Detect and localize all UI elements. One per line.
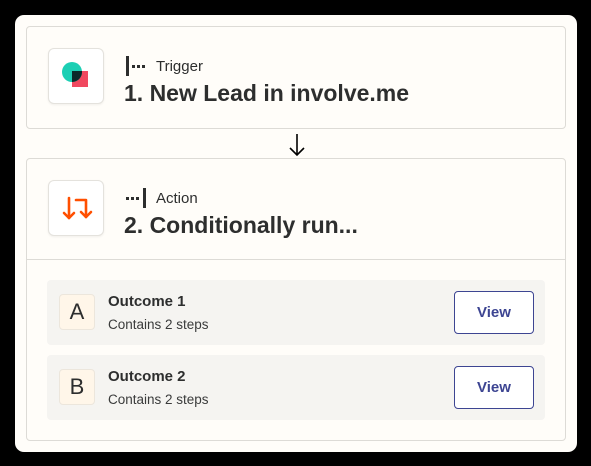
- view-outcome-2-button[interactable]: View: [454, 366, 534, 409]
- trigger-type-text: Trigger: [156, 57, 203, 75]
- outcome-letter-badge: B: [59, 369, 95, 405]
- involve-me-logo-icon: [48, 48, 104, 104]
- outcome-title: Outcome 2: [108, 368, 186, 385]
- trigger-type-label: Trigger: [124, 54, 203, 78]
- outcome-letter-badge: A: [59, 294, 95, 330]
- view-outcome-1-button[interactable]: View: [454, 291, 534, 334]
- zap-editor-panel: Trigger 1. New Lead in involve.me Action…: [15, 15, 577, 452]
- paths-icon: [48, 180, 104, 236]
- trigger-step-card[interactable]: Trigger 1. New Lead in involve.me: [26, 26, 566, 129]
- outcome-row-b: B Outcome 2 Contains 2 steps View: [47, 355, 545, 420]
- outcome-subtitle: Contains 2 steps: [108, 317, 209, 332]
- down-arrow-icon: [289, 134, 305, 157]
- action-type-label: Action: [124, 186, 198, 210]
- action-step-icon: [126, 188, 146, 208]
- action-type-text: Action: [156, 189, 198, 207]
- trigger-title: 1. New Lead in involve.me: [124, 80, 410, 106]
- trigger-step-icon: [126, 56, 145, 76]
- outcome-row-a: A Outcome 1 Contains 2 steps View: [47, 280, 545, 345]
- action-step-card[interactable]: Action 2. Conditionally run... A Outcome…: [26, 158, 566, 441]
- outcome-subtitle: Contains 2 steps: [108, 392, 209, 407]
- action-title: 2. Conditionally run...: [124, 212, 358, 238]
- card-divider: [27, 259, 565, 260]
- outcome-title: Outcome 1: [108, 293, 186, 310]
